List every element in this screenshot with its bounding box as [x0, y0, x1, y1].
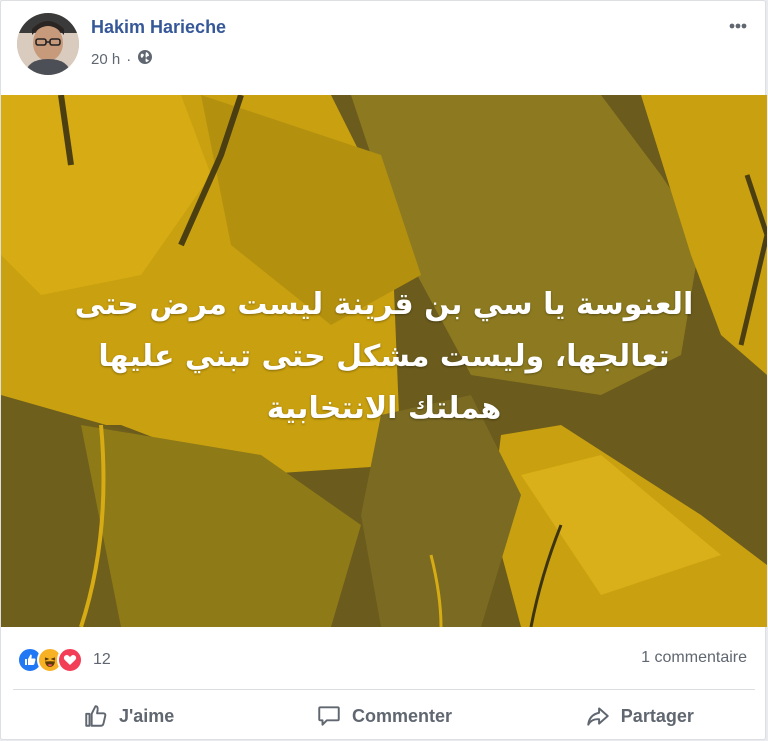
post-meta: 20 h ·: [91, 49, 153, 69]
love-icon: [57, 647, 83, 673]
meta-separator: ·: [126, 50, 132, 68]
more-options-icon[interactable]: [723, 11, 753, 41]
image-caption: العنوسة يا سي بن قرينة ليست مرض حتى تعال…: [61, 279, 707, 435]
post-image[interactable]: العنوسة يا سي بن قرينة ليست مرض حتى تعال…: [1, 95, 767, 627]
comment-button[interactable]: Commenter: [256, 691, 511, 741]
like-button-label: J'aime: [119, 705, 175, 726]
author-name[interactable]: Hakim Harieche: [91, 17, 226, 38]
reactions-summary[interactable]: 12: [17, 647, 111, 673]
share-arrow-icon: [585, 703, 611, 729]
like-button[interactable]: J'aime: [1, 691, 256, 741]
speech-bubble-icon: [316, 703, 342, 729]
author-avatar[interactable]: [17, 13, 79, 75]
share-button-label: Partager: [620, 705, 694, 726]
image-caption-line: العنوسة يا سي بن قرينة ليست مرض حتى: [74, 287, 694, 322]
post-time[interactable]: 20 h: [91, 51, 120, 68]
post-header: Hakim Harieche 20 h ·: [1, 1, 767, 95]
post-actions: J'aime Commenter Partager: [1, 691, 767, 741]
actions-divider: [13, 689, 755, 690]
share-button[interactable]: Partager: [512, 691, 767, 741]
image-caption-line: هملتك الانتخابية: [266, 391, 502, 426]
image-caption-line: تعالجها، وليست مشكل حتى تبني عليها: [98, 339, 670, 374]
comment-button-label: Commenter: [351, 705, 452, 726]
post-stats: 12 1 commentaire: [1, 637, 767, 681]
post-card: Hakim Harieche 20 h · العنوسة يا سي بن ق…: [0, 0, 767, 741]
globe-icon: [137, 49, 153, 69]
thumbs-up-icon: [83, 703, 109, 729]
comment-count[interactable]: 1 commentaire: [641, 649, 747, 667]
reaction-count[interactable]: 12: [93, 651, 111, 669]
